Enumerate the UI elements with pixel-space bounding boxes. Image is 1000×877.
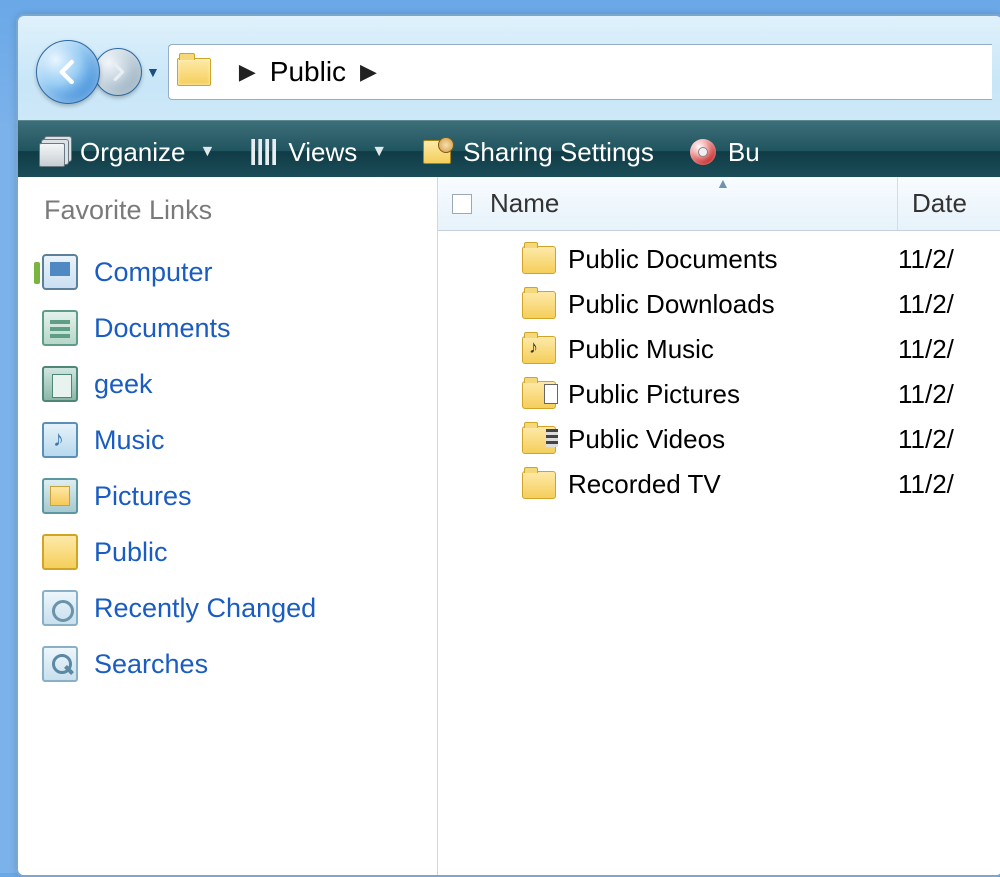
views-label: Views <box>288 137 357 168</box>
folder-icon <box>177 58 211 86</box>
file-row[interactable]: Public Downloads11/2/ <box>438 282 1000 327</box>
folder-icon <box>522 291 556 319</box>
select-all-checkbox[interactable] <box>452 194 472 214</box>
burn-icon <box>690 139 716 165</box>
sidebar-item-public[interactable]: Public <box>40 524 419 580</box>
breadcrumb-separator-icon[interactable]: ▶ <box>239 59 256 85</box>
sidebar-item-recent[interactable]: Recently Changed <box>40 580 419 636</box>
file-row[interactable]: Public Documents11/2/ <box>438 237 1000 282</box>
address-row: ▼ ▶ Public ▶ <box>18 16 1000 120</box>
sidebar-item-label: geek <box>94 369 153 400</box>
folder-icon <box>522 336 556 364</box>
column-header-date[interactable]: Date <box>898 177 1000 230</box>
sidebar-item-label: Searches <box>94 649 208 680</box>
nav-buttons: ▼ <box>36 40 160 104</box>
sidebar-item-label: Documents <box>94 313 231 344</box>
file-name: Public Pictures <box>568 379 898 410</box>
chevron-down-icon: ▼ <box>200 143 216 161</box>
breadcrumb-separator-icon[interactable]: ▶ <box>360 59 377 85</box>
file-name: Public Music <box>568 334 898 365</box>
folder-icon <box>522 426 556 454</box>
folder-icon <box>522 471 556 499</box>
sidebar-item-music[interactable]: Music <box>40 412 419 468</box>
folder-icon <box>522 246 556 274</box>
pictures-icon <box>42 478 78 514</box>
sidebar: Favorite Links Computer Documents geek Musi… <box>18 177 438 875</box>
sidebar-item-docs[interactable]: Documents <box>40 300 419 356</box>
sidebar-item-label: Recently Changed <box>94 593 316 624</box>
back-button[interactable] <box>36 40 100 104</box>
file-row[interactable]: Public Pictures11/2/ <box>438 372 1000 417</box>
sort-indicator-icon: ▲ <box>716 177 730 191</box>
file-name: Public Documents <box>568 244 898 275</box>
forward-button[interactable] <box>94 48 142 96</box>
searches-icon <box>42 646 78 682</box>
arrow-right-icon <box>107 61 129 83</box>
recent-icon <box>42 590 78 626</box>
column-header-name[interactable]: Name <box>438 177 898 230</box>
file-date: 11/2/ <box>898 424 988 455</box>
body-area: Favorite Links Computer Documents geek Musi… <box>18 177 1000 875</box>
command-bar: Organize ▼ Views ▼ Sharing Settings Bu <box>18 120 1000 184</box>
file-date: 11/2/ <box>898 334 988 365</box>
sidebar-item-label: Public <box>94 537 168 568</box>
file-name: Recorded TV <box>568 469 898 500</box>
sidebar-item-searches[interactable]: Searches <box>40 636 419 692</box>
sidebar-item-pictures[interactable]: Pictures <box>40 468 419 524</box>
sharing-label: Sharing Settings <box>463 137 654 168</box>
sidebar-item-label: Pictures <box>94 481 192 512</box>
docs-icon <box>42 310 78 346</box>
organize-label: Organize <box>80 137 186 168</box>
views-icon <box>251 139 276 165</box>
file-name: Public Downloads <box>568 289 898 320</box>
file-row[interactable]: Recorded TV11/2/ <box>438 462 1000 507</box>
sidebar-item-label: Music <box>94 425 165 456</box>
sharing-icon <box>423 140 451 164</box>
geek-icon <box>42 366 78 402</box>
music-icon <box>42 422 78 458</box>
nav-history-dropdown[interactable]: ▼ <box>146 64 160 80</box>
address-bar[interactable]: ▶ Public ▶ <box>168 44 992 100</box>
column-headers: ▲ Name Date <box>438 177 1000 231</box>
file-date: 11/2/ <box>898 244 988 275</box>
computer-icon <box>42 254 78 290</box>
organize-menu[interactable]: Organize ▼ <box>42 137 215 168</box>
file-date: 11/2/ <box>898 469 988 500</box>
folder-icon <box>522 381 556 409</box>
file-row[interactable]: Public Music11/2/ <box>438 327 1000 372</box>
views-menu[interactable]: Views ▼ <box>251 137 387 168</box>
burn-button[interactable]: Bu <box>690 137 760 168</box>
file-row[interactable]: Public Videos11/2/ <box>438 417 1000 462</box>
column-date-label: Date <box>912 188 967 219</box>
burn-label: Bu <box>728 137 760 168</box>
sidebar-item-geek[interactable]: geek <box>40 356 419 412</box>
sidebar-title: Favorite Links <box>44 195 419 226</box>
sharing-settings-button[interactable]: Sharing Settings <box>423 137 654 168</box>
sidebar-item-label: Computer <box>94 257 213 288</box>
organize-icon <box>39 143 65 167</box>
public-icon <box>42 534 78 570</box>
file-name: Public Videos <box>568 424 898 455</box>
file-list: ▲ Name Date Public Documents11/2/Public … <box>438 177 1000 875</box>
chevron-down-icon: ▼ <box>371 143 387 161</box>
file-date: 11/2/ <box>898 289 988 320</box>
arrow-left-icon <box>53 57 83 87</box>
column-name-label: Name <box>490 188 559 219</box>
sidebar-item-computer[interactable]: Computer <box>40 244 419 300</box>
file-date: 11/2/ <box>898 379 988 410</box>
breadcrumb-current[interactable]: Public <box>270 56 346 88</box>
explorer-window: ▼ ▶ Public ▶ Organize ▼ Views ▼ Sharing … <box>16 14 1000 877</box>
